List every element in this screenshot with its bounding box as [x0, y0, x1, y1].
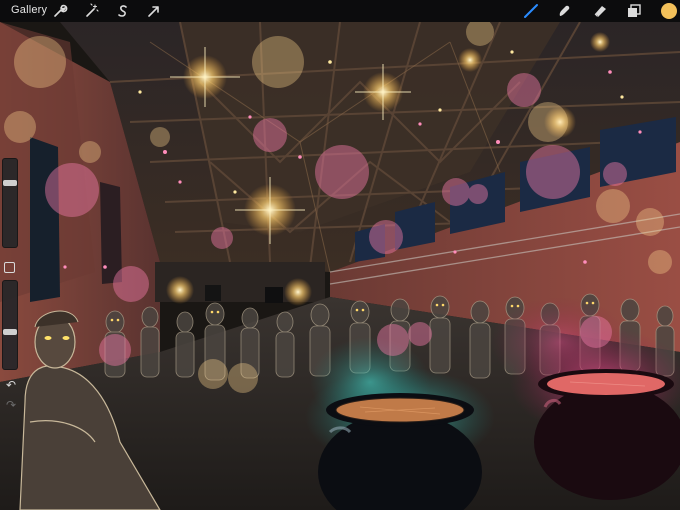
brush-size-slider[interactable] — [2, 158, 18, 248]
gallery-button[interactable]: Gallery — [11, 4, 47, 16]
pink-cauldron — [534, 369, 680, 500]
transform-arrow-icon[interactable] — [146, 3, 162, 19]
undo-icon[interactable]: ↶ — [3, 378, 19, 392]
wrench-icon[interactable] — [52, 3, 68, 19]
top-toolbar: Gallery — [0, 0, 680, 22]
eraser-icon[interactable] — [592, 3, 608, 19]
layers-icon[interactable] — [626, 3, 642, 19]
drawing-canvas[interactable] — [0, 22, 680, 510]
selection-s-icon[interactable] — [115, 3, 131, 19]
teal-cauldron — [318, 393, 482, 510]
brush-size-slider-thumb[interactable] — [3, 180, 17, 186]
opacity-slider-thumb[interactable] — [3, 329, 17, 335]
redo-icon[interactable]: ↷ — [3, 398, 19, 412]
magic-wand-icon[interactable] — [84, 3, 100, 19]
opacity-slider[interactable] — [2, 280, 18, 370]
color-picker-swatch[interactable] — [661, 3, 677, 19]
smudge-icon[interactable] — [556, 3, 572, 19]
left-sidebar: ↶ ↷ — [0, 158, 22, 416]
modify-square-icon[interactable] — [4, 262, 15, 273]
artwork — [0, 22, 680, 510]
brush-icon[interactable] — [523, 3, 539, 19]
